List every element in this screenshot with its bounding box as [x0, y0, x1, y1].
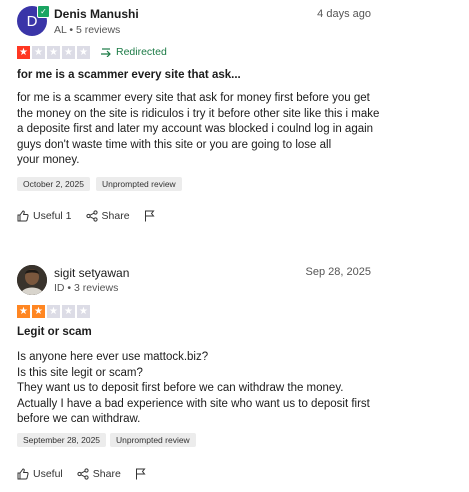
date-of-experience-tag: September 28, 2025 [17, 433, 107, 447]
review-body: Is anyone here ever use mattock.biz? Is … [17, 351, 370, 425]
review-card: sigit setyawan ID • 3 reviews Sep 28, 20… [0, 0, 469, 492]
review-title[interactable]: Legit or scam [17, 326, 92, 338]
star-icon: ★ [32, 305, 45, 318]
thumbs-up-icon [17, 468, 29, 480]
reviewer-meta: ID • 3 reviews [54, 282, 119, 294]
report-flag-button[interactable] [135, 468, 146, 480]
star-icon: ★ [17, 305, 30, 318]
star-icon: ★ [62, 305, 75, 318]
star-rating: ★ ★ ★ ★ ★ [17, 305, 90, 318]
unprompted-review-tag: Unprompted review [110, 433, 196, 447]
avatar-photo-icon [17, 265, 47, 295]
share-button[interactable]: Share [77, 468, 121, 480]
avatar[interactable] [17, 265, 47, 295]
flag-icon [135, 468, 146, 480]
reviewer-name[interactable]: sigit setyawan [54, 266, 129, 280]
review-actions: Useful Share [17, 468, 160, 480]
share-icon [77, 468, 89, 480]
star-icon: ★ [77, 305, 90, 318]
star-icon: ★ [47, 305, 60, 318]
useful-button[interactable]: Useful [17, 468, 63, 480]
review-date: Sep 28, 2025 [305, 266, 371, 278]
